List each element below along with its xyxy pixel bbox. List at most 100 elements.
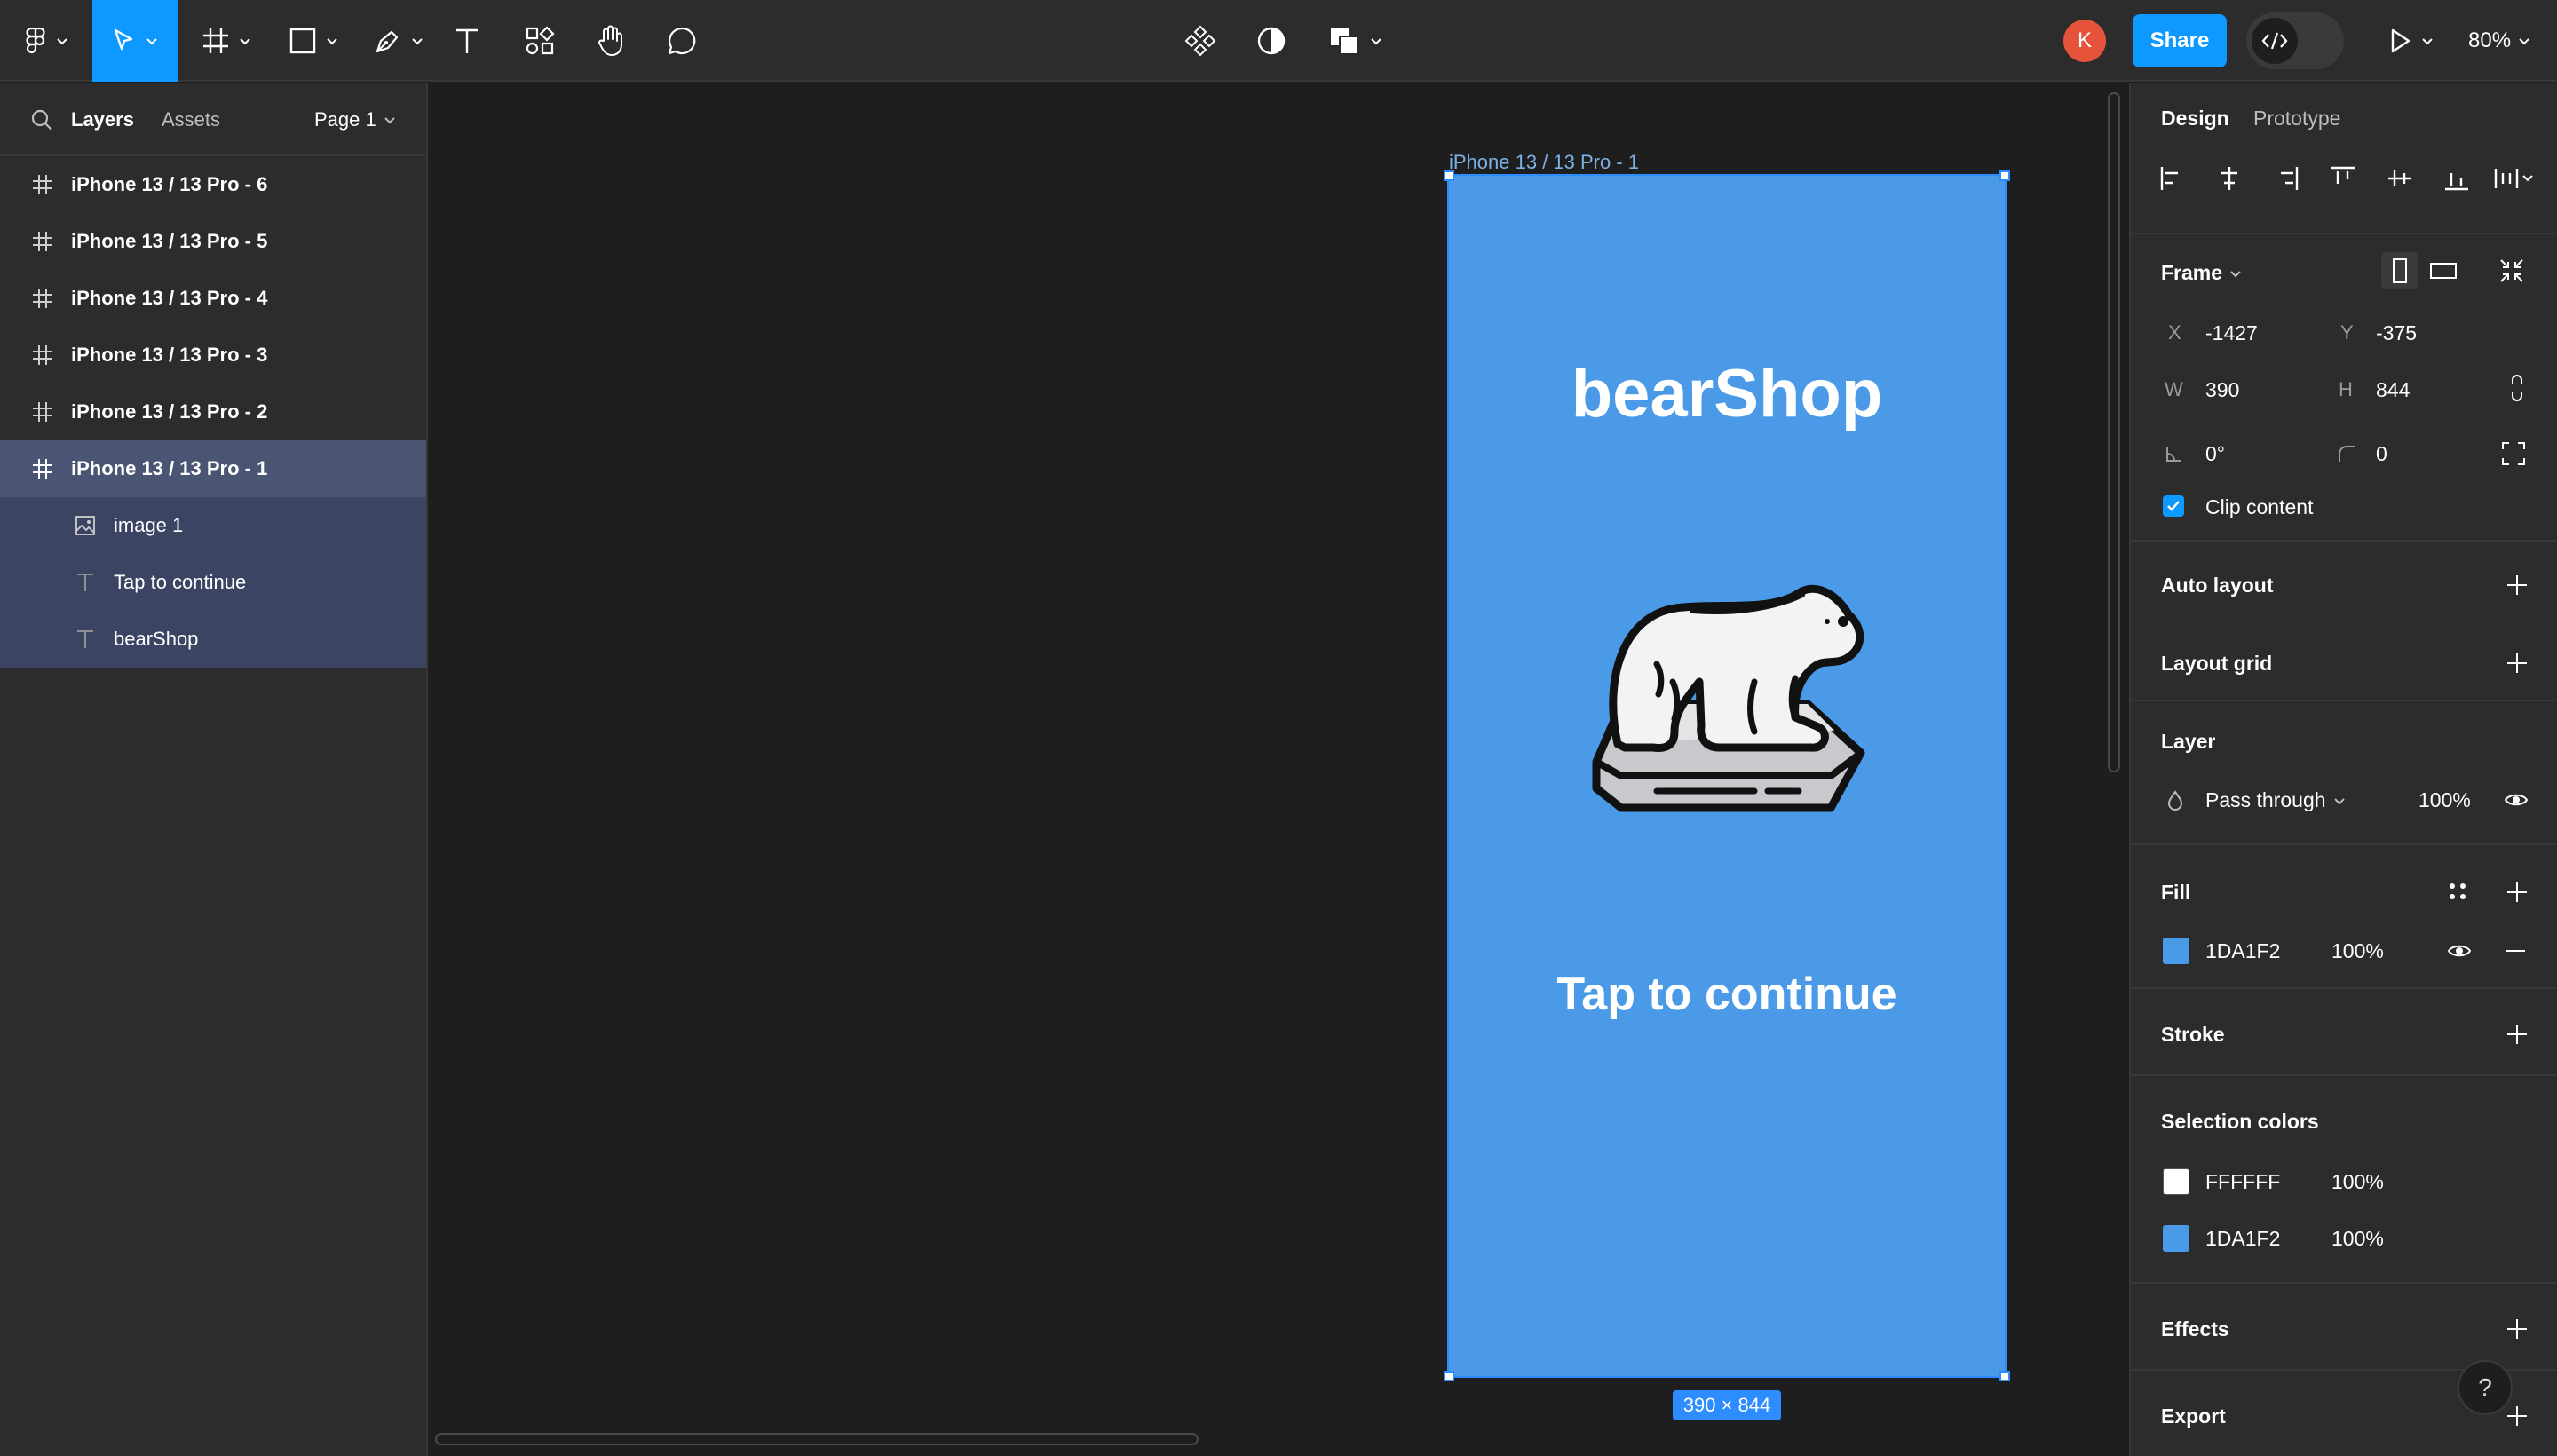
tab-assets[interactable]: Assets: [162, 108, 220, 131]
align-top-icon[interactable]: [2330, 165, 2356, 192]
pen-tool-button[interactable]: [368, 0, 430, 82]
selection-color-swatch[interactable]: [2163, 1225, 2189, 1252]
clip-content-checkbox[interactable]: [2163, 495, 2184, 517]
page-selector[interactable]: Page 1: [314, 108, 396, 131]
selection-color-hex[interactable]: 1DA1F2: [2205, 1227, 2280, 1251]
check-icon: [2167, 501, 2180, 511]
landscape-icon[interactable]: [2429, 261, 2458, 281]
plus-icon[interactable]: [2506, 1023, 2529, 1046]
layer-row[interactable]: iPhone 13 / 13 Pro - 5: [0, 213, 426, 270]
boolean-button[interactable]: [1325, 0, 1387, 82]
layer-row-child[interactable]: bearShop: [0, 611, 426, 668]
text-tool-button[interactable]: [449, 0, 485, 82]
frame-type-dropdown[interactable]: Frame: [2161, 261, 2242, 285]
plus-icon[interactable]: [2506, 1318, 2529, 1341]
minus-icon[interactable]: [2504, 943, 2527, 959]
selection-colors-section: Selection colors FFFFFF 100% 1DA1F2 100%: [2131, 1074, 2557, 1282]
selection-color-opacity[interactable]: 100%: [2331, 1170, 2384, 1194]
selection-color-swatch[interactable]: [2163, 1168, 2189, 1195]
frame-icon: [33, 345, 52, 365]
selected-frame[interactable]: bearShop Tap to continue: [1447, 174, 2007, 1378]
comment-icon: [668, 27, 696, 55]
height-input[interactable]: 844: [2376, 378, 2410, 402]
plus-icon[interactable]: [2506, 652, 2529, 675]
chevron-down-icon: [57, 38, 67, 45]
resize-handle-tl[interactable]: [1444, 170, 1454, 181]
layer-opacity-input[interactable]: 100%: [2418, 788, 2471, 812]
layer-row[interactable]: iPhone 13 / 13 Pro - 3: [0, 327, 426, 384]
align-horizontal-center-icon[interactable]: [2216, 165, 2243, 192]
main-menu-button[interactable]: [20, 0, 73, 82]
selection-color-hex[interactable]: FFFFFF: [2205, 1170, 2280, 1194]
vertical-scrollbar[interactable]: [2108, 92, 2120, 772]
plus-icon[interactable]: [2506, 1405, 2529, 1428]
styles-icon[interactable]: [2447, 881, 2468, 902]
selection-color-opacity[interactable]: 100%: [2331, 1227, 2384, 1251]
frame-tool-button[interactable]: [195, 0, 257, 82]
layer-row[interactable]: iPhone 13 / 13 Pro - 6: [0, 156, 426, 213]
clip-content-row[interactable]: Clip content: [2131, 487, 2557, 531]
share-button[interactable]: Share: [2133, 14, 2227, 67]
plus-icon[interactable]: [2506, 574, 2529, 597]
tab-prototype[interactable]: Prototype: [2253, 107, 2340, 131]
present-button[interactable]: [2379, 0, 2442, 82]
w-label: W: [2165, 378, 2183, 400]
resize-to-fit-icon[interactable]: [2498, 257, 2525, 284]
component-icon: [1184, 25, 1216, 57]
plus-icon[interactable]: [2506, 881, 2529, 904]
fill-hex-input[interactable]: 1DA1F2: [2205, 939, 2280, 963]
frame-icon: [33, 232, 52, 251]
layer-row[interactable]: iPhone 13 / 13 Pro - 4: [0, 270, 426, 327]
shape-tool-button[interactable]: [282, 0, 344, 82]
resize-handle-bl[interactable]: [1444, 1371, 1454, 1381]
eye-icon[interactable]: [2447, 941, 2472, 961]
frame-title-text[interactable]: bearShop: [1449, 355, 2005, 432]
frame-name-label[interactable]: iPhone 13 / 13 Pro - 1: [1449, 151, 1639, 174]
tab-layers[interactable]: Layers: [71, 108, 134, 131]
fill-color-swatch[interactable]: [2163, 938, 2189, 964]
search-icon[interactable]: [30, 108, 53, 131]
hand-icon: [598, 25, 622, 56]
align-vertical-center-icon[interactable]: [2387, 165, 2413, 192]
layer-row-child[interactable]: image 1: [0, 497, 426, 554]
dev-mode-toggle[interactable]: [2246, 12, 2344, 69]
polar-bear-icon[interactable]: [1586, 575, 1868, 833]
chevron-down-icon: [384, 117, 395, 124]
rotation-input[interactable]: 0°: [2205, 442, 2225, 466]
align-bottom-icon[interactable]: [2443, 165, 2470, 192]
x-input[interactable]: -1427: [2205, 321, 2258, 345]
tap-to-continue-text[interactable]: Tap to continue: [1449, 968, 2005, 1021]
corner-radius-input[interactable]: 0: [2376, 442, 2387, 466]
layer-row-child[interactable]: Tap to continue: [0, 554, 426, 611]
frame-icon: [33, 289, 52, 308]
independent-corners-icon[interactable]: [2500, 440, 2527, 467]
resize-handle-tr[interactable]: [1999, 170, 2010, 181]
y-input[interactable]: -375: [2376, 321, 2417, 345]
eye-icon[interactable]: [2504, 790, 2529, 810]
distribute-icon[interactable]: [2493, 165, 2534, 192]
portrait-button[interactable]: [2381, 252, 2418, 289]
blend-mode-dropdown[interactable]: Pass through: [2205, 788, 2346, 812]
clip-content-label: Clip content: [2205, 495, 2314, 518]
hand-tool-button[interactable]: [591, 0, 630, 82]
selection-colors-title: Selection colors: [2161, 1110, 2319, 1133]
constrain-proportions-icon[interactable]: [2507, 373, 2527, 403]
width-input[interactable]: 390: [2205, 378, 2239, 402]
zoom-dropdown[interactable]: 80%: [2468, 0, 2530, 82]
components-button[interactable]: [1181, 0, 1220, 82]
tab-design[interactable]: Design: [2161, 107, 2229, 131]
move-tool-button[interactable]: [92, 0, 178, 82]
align-left-icon[interactable]: [2159, 165, 2186, 192]
layer-row-selected[interactable]: iPhone 13 / 13 Pro - 1: [0, 440, 426, 497]
avatar[interactable]: K: [2063, 20, 2106, 62]
align-right-icon[interactable]: [2273, 165, 2300, 192]
resize-handle-br[interactable]: [1999, 1371, 2010, 1381]
horizontal-scrollbar[interactable]: [435, 1433, 1199, 1445]
mask-button[interactable]: [1252, 0, 1291, 82]
layer-row[interactable]: iPhone 13 / 13 Pro - 2: [0, 384, 426, 440]
fill-opacity-input[interactable]: 100%: [2331, 939, 2384, 963]
help-button[interactable]: ?: [2458, 1360, 2513, 1415]
properties-panel: Design Prototype Frame X -1427 Y -375 W …: [2129, 83, 2557, 1456]
resources-button[interactable]: [520, 0, 559, 82]
comment-tool-button[interactable]: [662, 0, 701, 82]
